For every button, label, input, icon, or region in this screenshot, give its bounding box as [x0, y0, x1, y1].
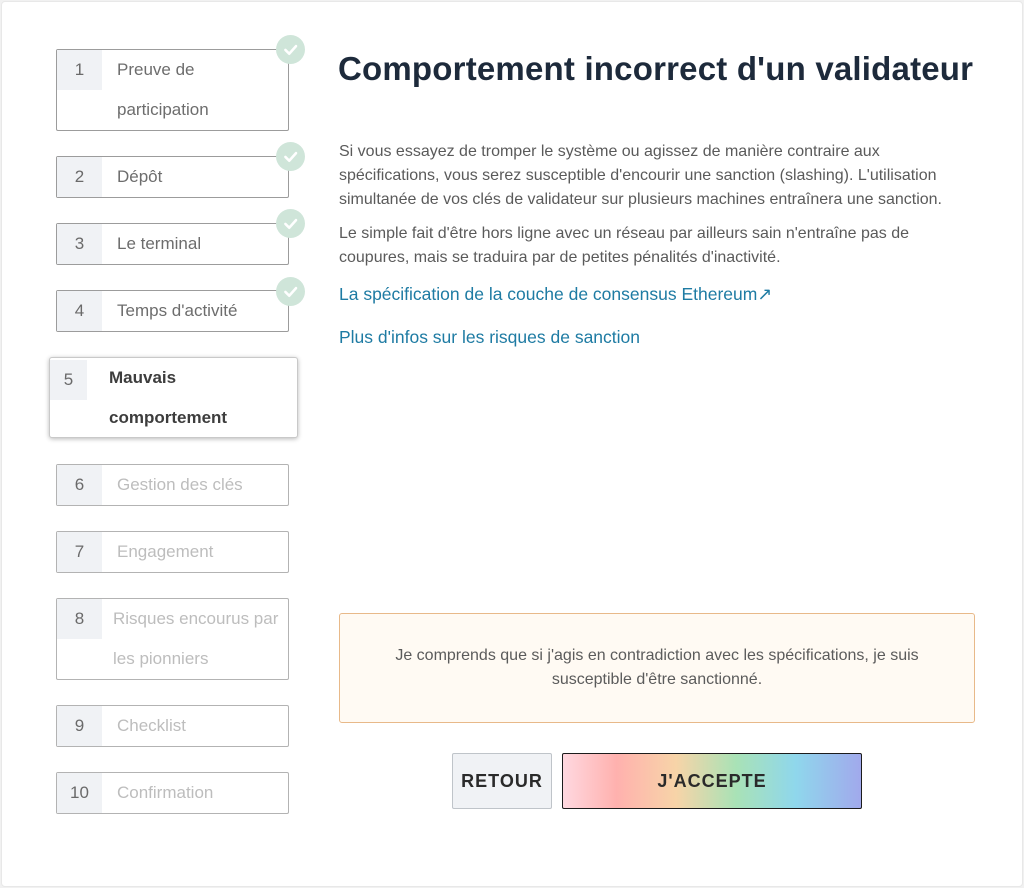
step-number: 6 [57, 465, 102, 505]
step-label: Confirmation [117, 783, 214, 802]
checkmark-icon [276, 209, 305, 238]
acknowledgement-box: Je comprends que si j'agis en contradict… [339, 613, 975, 723]
step-label: Dépôt [117, 167, 163, 186]
step-label: Preuve de participation [117, 60, 209, 119]
acknowledgement-text: Je comprends que si j'agis en contradict… [395, 647, 919, 688]
step-6[interactable]: 6 Gestion des clés [56, 464, 289, 506]
step-number: 8 [57, 599, 102, 639]
step-label: Temps d'activité [117, 301, 238, 320]
step-label: Checklist [117, 716, 186, 735]
step-number: 4 [57, 291, 102, 331]
page-title: Comportement incorrect d'un validateur [338, 50, 974, 87]
inactivity-paragraph: Le simple fait d'être hors ligne avec un… [339, 225, 909, 266]
checkmark-icon [276, 277, 305, 306]
step-label: Le terminal [117, 234, 202, 253]
steps-sidebar: 1 Preuve de participation 2 Dépôt 3 Le t… [0, 0, 320, 888]
step-number: 10 [57, 773, 102, 813]
step-8[interactable]: 8 Risques encourus par les pionniers [56, 598, 289, 680]
description-paragraph: Si vous essayez de tromper le système ou… [339, 143, 942, 208]
step-number: 1 [57, 50, 102, 90]
checkmark-icon [276, 142, 305, 171]
step-label: Engagement [117, 542, 214, 561]
step-3[interactable]: 3 Le terminal [56, 223, 289, 265]
step-number: 9 [57, 706, 102, 746]
back-button[interactable]: RETOUR [452, 753, 552, 809]
step-label: Risques encourus par les pionniers [113, 609, 279, 668]
step-label: Gestion des clés [117, 475, 243, 494]
checkmark-icon [276, 35, 305, 64]
step-number: 3 [57, 224, 102, 264]
consensus-spec-link[interactable]: La spécification de la couche de consens… [339, 284, 772, 305]
slashing-risks-link[interactable]: Plus d'infos sur les risques de sanction [339, 327, 640, 348]
step-2[interactable]: 2 Dépôt [56, 156, 289, 198]
step-9[interactable]: 9 Checklist [56, 705, 289, 747]
step-label: Mauvais comportement [109, 368, 228, 427]
step-number: 7 [57, 532, 102, 572]
step-4[interactable]: 4 Temps d'activité [56, 290, 289, 332]
step-7[interactable]: 7 Engagement [56, 531, 289, 573]
step-number: 2 [57, 157, 102, 197]
accept-button[interactable]: J'ACCEPTE [562, 753, 862, 809]
step-number: 5 [50, 360, 87, 400]
step-1[interactable]: 1 Preuve de participation [56, 49, 289, 131]
step-5[interactable]: 5 Mauvais comportement [49, 357, 298, 438]
step-10[interactable]: 10 Confirmation [56, 772, 289, 814]
